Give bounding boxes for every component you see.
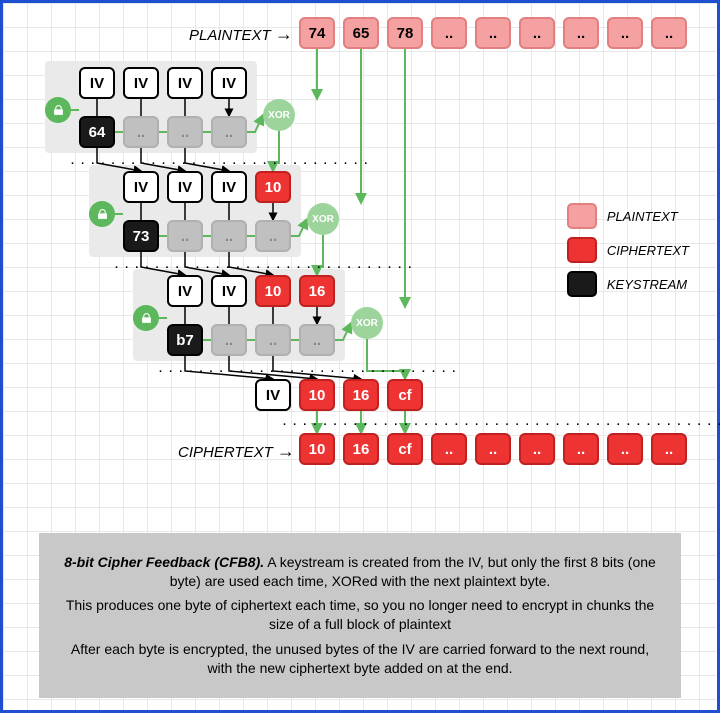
ciphertext-byte: 16 bbox=[299, 275, 335, 307]
legend-swatch bbox=[567, 271, 597, 297]
ciphertext-byte: 10 bbox=[255, 275, 291, 307]
plaintext-byte: .. bbox=[607, 17, 643, 49]
legend: PLAINTEXT CIPHERTEXT KEYSTREAM bbox=[567, 195, 689, 305]
lock-icon bbox=[45, 97, 71, 123]
legend-row: PLAINTEXT bbox=[567, 203, 689, 229]
plaintext-byte: .. bbox=[651, 17, 687, 49]
ciphertext-byte: cf bbox=[387, 433, 423, 465]
legend-row: CIPHERTEXT bbox=[567, 237, 689, 263]
ciphertext-byte: 16 bbox=[343, 433, 379, 465]
keystream-byte-unused: .. bbox=[167, 116, 203, 148]
ciphertext-byte: 16 bbox=[343, 379, 379, 411]
ciphertext-byte: .. bbox=[607, 433, 643, 465]
ciphertext-label: CIPHERTEXT → bbox=[178, 441, 295, 462]
plaintext-byte: .. bbox=[563, 17, 599, 49]
plaintext-byte: .. bbox=[475, 17, 511, 49]
ciphertext-byte: .. bbox=[651, 433, 687, 465]
plaintext-byte: .. bbox=[431, 17, 467, 49]
keystream-byte-unused: .. bbox=[123, 116, 159, 148]
keystream-byte-unused: .. bbox=[299, 324, 335, 356]
plaintext-byte: 74 bbox=[299, 17, 335, 49]
ciphertext-byte: .. bbox=[563, 433, 599, 465]
plaintext-byte: .. bbox=[519, 17, 555, 49]
plaintext-byte: 65 bbox=[343, 17, 379, 49]
xor-circle: XOR bbox=[351, 307, 383, 339]
keystream-byte: b7 bbox=[167, 324, 203, 356]
caption-line: This produces one byte of ciphertext eac… bbox=[63, 596, 657, 634]
ciphertext-byte: .. bbox=[431, 433, 467, 465]
iv-byte: IV bbox=[123, 67, 159, 99]
ciphertext-byte: .. bbox=[475, 433, 511, 465]
keystream-byte-unused: .. bbox=[211, 324, 247, 356]
legend-swatch bbox=[567, 237, 597, 263]
lock-icon bbox=[133, 305, 159, 331]
keystream-byte-unused: .. bbox=[211, 116, 247, 148]
iv-byte: IV bbox=[167, 171, 203, 203]
xor-circle: XOR bbox=[263, 99, 295, 131]
ciphertext-byte: 10 bbox=[255, 171, 291, 203]
iv-byte: IV bbox=[167, 67, 203, 99]
iv-byte: IV bbox=[211, 171, 247, 203]
keystream-byte-unused: .. bbox=[255, 220, 291, 252]
caption-box: 8-bit Cipher Feedback (CFB8). A keystrea… bbox=[39, 533, 681, 698]
iv-byte: IV bbox=[211, 67, 247, 99]
keystream-byte: 64 bbox=[79, 116, 115, 148]
keystream-byte-unused: .. bbox=[167, 220, 203, 252]
iv-byte: IV bbox=[255, 379, 291, 411]
keystream-byte: 73 bbox=[123, 220, 159, 252]
legend-swatch bbox=[567, 203, 597, 229]
diagram-canvas: PLAINTEXT → 74 65 78 .. .. .. .. .. .. I… bbox=[0, 0, 720, 713]
iv-byte: IV bbox=[123, 171, 159, 203]
iv-byte: IV bbox=[167, 275, 203, 307]
ciphertext-byte: cf bbox=[387, 379, 423, 411]
plaintext-byte: 78 bbox=[387, 17, 423, 49]
keystream-byte-unused: .. bbox=[211, 220, 247, 252]
ciphertext-byte: 10 bbox=[299, 379, 335, 411]
lock-icon bbox=[89, 201, 115, 227]
legend-row: KEYSTREAM bbox=[567, 271, 689, 297]
ciphertext-byte: .. bbox=[519, 433, 555, 465]
iv-byte: IV bbox=[211, 275, 247, 307]
keystream-byte-unused: .. bbox=[255, 324, 291, 356]
ciphertext-byte: 10 bbox=[299, 433, 335, 465]
xor-circle: XOR bbox=[307, 203, 339, 235]
plaintext-label: PLAINTEXT → bbox=[189, 24, 293, 45]
caption-line: 8-bit Cipher Feedback (CFB8). A keystrea… bbox=[63, 553, 657, 591]
iv-byte: IV bbox=[79, 67, 115, 99]
caption-line: After each byte is encrypted, the unused… bbox=[63, 640, 657, 678]
